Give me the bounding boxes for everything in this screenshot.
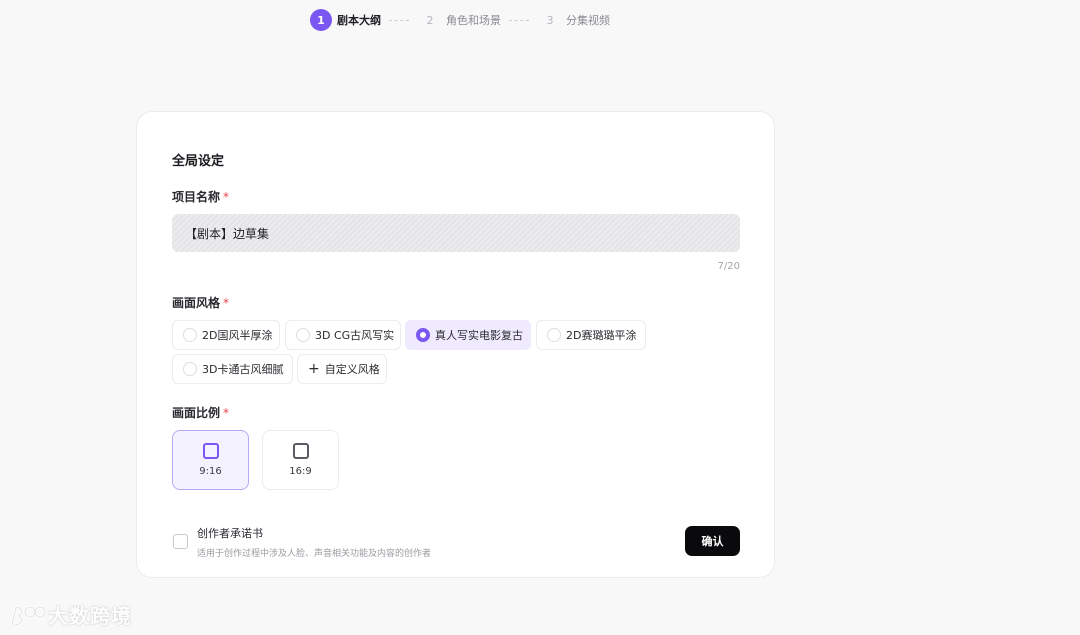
radio-icon	[296, 328, 310, 342]
card-title: 全局设定	[172, 154, 225, 169]
global-settings-card: 全局设定 项目名称* 7/20 画面风格* 2D国风半厚涂 3D CG古风写实 …	[136, 111, 775, 578]
promise-checkbox[interactable]	[173, 534, 188, 549]
portrait-frame-icon	[202, 443, 219, 459]
style-label: 画面风格 *	[172, 294, 229, 311]
step-outline[interactable]: 1 剧本大纲	[310, 9, 381, 31]
step-connector	[389, 19, 409, 21]
custom-style-label: 自定义风格	[324, 363, 380, 376]
step-number: 1	[310, 9, 332, 31]
page: 1 剧本大纲 2 角色和场景 3 分集视频 全局设定 项目名称* 7/20 画面…	[0, 0, 1080, 635]
project-name-label: 项目名称 *	[172, 188, 229, 205]
radio-selected-icon	[416, 328, 430, 342]
ratio-option-label: 16:9	[289, 466, 312, 477]
promise-description: 适用于创作过程中涉及人脸、声音相关功能及内容的创作者	[197, 549, 432, 559]
ratio-label: 画面比例 *	[172, 404, 229, 421]
label-text: 画面比例	[172, 406, 221, 420]
landscape-frame-icon	[292, 443, 309, 459]
confirm-button[interactable]: 确认	[685, 526, 740, 556]
style-option-label: 3D CG古风写实	[315, 329, 395, 342]
ratio-option-label: 9:16	[199, 466, 222, 477]
watermark-text: 大数跨境	[48, 604, 132, 628]
ratio-option-16-9[interactable]: 16:9	[262, 430, 339, 490]
step-characters[interactable]: 2 角色和场景	[419, 9, 502, 31]
style-option-label: 2D赛璐璐平涂	[566, 329, 637, 342]
radio-icon	[547, 328, 561, 342]
promise-title[interactable]: 创作者承诺书	[197, 525, 263, 541]
style-option-2d-celluloid[interactable]: 2D赛璐璐平涂	[536, 320, 646, 350]
step-label: 分集视频	[566, 14, 610, 27]
brand-logo-icon	[10, 605, 47, 626]
char-counter: 7/20	[717, 261, 740, 272]
style-option-label: 2D国风半厚涂	[202, 329, 273, 342]
step-label: 剧本大纲	[337, 14, 381, 27]
step-connector	[509, 19, 529, 21]
style-option-3d-cartoon[interactable]: 3D卡通古风细腻	[172, 354, 293, 384]
style-option-2d-guofeng[interactable]: 2D国风半厚涂	[172, 320, 280, 350]
style-option-3d-cg[interactable]: 3D CG古风写实	[285, 320, 401, 350]
step-number: 2	[426, 13, 434, 27]
project-name-input[interactable]	[172, 214, 740, 252]
stepper: 1 剧本大纲 2 角色和场景 3 分集视频	[310, 9, 610, 31]
required-mark: *	[223, 190, 230, 204]
label-text: 画面风格	[172, 296, 221, 310]
watermark: 大数跨境	[8, 600, 132, 629]
step-number: 3	[546, 13, 554, 27]
label-text: 项目名称	[172, 190, 221, 204]
plus-icon: +	[308, 361, 320, 377]
radio-icon	[183, 328, 197, 342]
required-mark: *	[223, 406, 230, 420]
ratio-option-9-16[interactable]: 9:16	[172, 430, 249, 490]
style-option-label: 真人写实电影复古	[435, 329, 523, 342]
step-episodes[interactable]: 3 分集视频	[539, 9, 611, 31]
step-label: 角色和场景	[446, 14, 501, 27]
custom-style-button[interactable]: + 自定义风格	[297, 354, 387, 384]
required-mark: *	[223, 296, 230, 310]
radio-icon	[183, 362, 197, 376]
style-option-live-action[interactable]: 真人写实电影复古	[405, 320, 531, 350]
style-option-label: 3D卡通古风细腻	[202, 363, 284, 376]
